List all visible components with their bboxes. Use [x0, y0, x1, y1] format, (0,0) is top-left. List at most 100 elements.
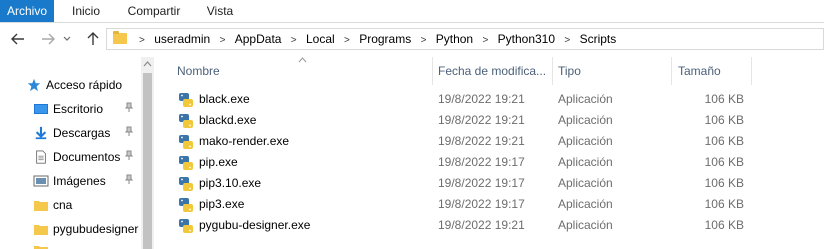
sidebar-item-label: cna [53, 198, 73, 212]
sidebar-item-documentos[interactable]: Documentos [0, 146, 140, 168]
file-type: Aplicación [558, 134, 613, 148]
file-date: 19/8/2022 19:17 [438, 155, 525, 169]
breadcrumb-separator[interactable]: > [482, 31, 488, 51]
file-date: 19/8/2022 19:21 [438, 218, 525, 232]
python-exe-icon [179, 219, 193, 233]
recent-locations-button[interactable] [62, 31, 72, 47]
file-size: 106 KB [704, 197, 744, 211]
pin-icon[interactable] [124, 98, 134, 120]
python-exe-icon [179, 135, 193, 149]
pin-icon[interactable] [124, 122, 134, 144]
sidebar-item-descargas[interactable]: Descargas [0, 122, 140, 144]
folder-icon [113, 31, 127, 44]
pin-icon [124, 174, 134, 184]
table-row[interactable]: mako-render.exe 19/8/2022 19:21 Aplicaci… [160, 131, 824, 152]
file-date: 19/8/2022 19:17 [438, 197, 525, 211]
column-header-name[interactable]: Nombre [177, 57, 220, 85]
arrow-left-icon [11, 33, 24, 45]
sidebar-item-label: pygubudesigner [53, 222, 139, 236]
back-button[interactable] [10, 31, 26, 47]
breadcrumb-local[interactable]: Local [306, 29, 335, 49]
file-size: 106 KB [704, 113, 744, 127]
breadcrumb-separator[interactable]: > [421, 31, 427, 51]
column-divider[interactable] [432, 57, 433, 85]
table-row[interactable]: pip3.10.exe 19/8/2022 19:17 Aplicación 1… [160, 173, 824, 194]
breadcrumb-python[interactable]: Python [436, 29, 473, 49]
sidebar-item-pygubudesigner[interactable]: pygubudesigner [0, 218, 140, 240]
breadcrumb-python310[interactable]: Python310 [498, 29, 555, 49]
breadcrumb-appdata[interactable]: AppData [235, 29, 282, 49]
star-icon [27, 78, 41, 92]
sort-ascending-icon [298, 55, 307, 65]
up-button[interactable] [85, 31, 101, 47]
breadcrumb-separator[interactable]: > [220, 31, 226, 51]
file-name: black.exe [199, 92, 250, 106]
file-type: Aplicación [558, 197, 613, 211]
column-divider[interactable] [671, 57, 672, 85]
address-bar[interactable]: > useradmin > AppData > Local > Programs… [106, 28, 824, 50]
file-list: Nombre Fecha de modifica... Tipo Tamaño … [160, 57, 824, 249]
table-row[interactable]: pip3.exe 19/8/2022 19:17 Aplicación 106 … [160, 194, 824, 215]
table-row[interactable]: blackd.exe 19/8/2022 19:21 Aplicación 10… [160, 110, 824, 131]
sidebar-item-partial[interactable] [0, 242, 140, 249]
file-date: 19/8/2022 19:17 [438, 176, 525, 190]
file-date: 19/8/2022 19:21 [438, 92, 525, 106]
column-header-type[interactable]: Tipo [558, 57, 581, 85]
sidebar-item-label: Acceso rápido [46, 78, 123, 92]
pin-icon[interactable] [124, 170, 134, 192]
sidebar-item-cna[interactable]: cna [0, 194, 140, 216]
sidebar-item-label: Imágenes [53, 174, 106, 188]
column-divider[interactable] [751, 57, 752, 85]
column-divider[interactable] [552, 57, 553, 85]
breadcrumb-scripts[interactable]: Scripts [580, 29, 617, 49]
pin-icon [124, 126, 134, 136]
breadcrumb: > useradmin > AppData > Local > Programs… [133, 29, 616, 49]
navigation-bar: > useradmin > AppData > Local > Programs… [0, 23, 824, 56]
file-date: 19/8/2022 19:21 [438, 134, 525, 148]
python-exe-icon [179, 177, 193, 191]
pin-icon[interactable] [124, 146, 134, 168]
breadcrumb-separator[interactable]: > [564, 31, 570, 51]
file-type: Aplicación [558, 176, 613, 190]
forward-button[interactable] [40, 31, 56, 47]
python-exe-icon [179, 93, 193, 107]
arrow-up-icon [87, 32, 99, 45]
file-type: Aplicación [558, 92, 613, 106]
tab-archivo[interactable]: Archivo [0, 0, 54, 22]
scroll-up-arrow-icon[interactable] [143, 60, 152, 69]
file-size: 106 KB [704, 176, 744, 190]
file-type: Aplicación [558, 155, 613, 169]
breadcrumb-separator[interactable]: > [291, 31, 297, 51]
table-row[interactable]: black.exe 19/8/2022 19:21 Aplicación 106… [160, 89, 824, 110]
breadcrumb-useradmin[interactable]: useradmin [154, 29, 210, 49]
file-name: mako-render.exe [199, 134, 290, 148]
navigation-scrollbar[interactable] [141, 57, 154, 249]
file-type: Aplicación [558, 113, 613, 127]
table-row[interactable]: pip.exe 19/8/2022 19:17 Aplicación 106 K… [160, 152, 824, 173]
download-icon [35, 126, 47, 140]
column-header-size[interactable]: Tamaño [678, 57, 721, 85]
desktop-icon [34, 104, 48, 114]
breadcrumb-programs[interactable]: Programs [359, 29, 411, 49]
sidebar-item-label: Documentos [53, 150, 121, 164]
file-size: 106 KB [704, 218, 744, 232]
tab-inicio[interactable]: Inicio [66, 0, 106, 22]
folder-icon [34, 201, 48, 211]
sidebar-item-label: Descargas [53, 126, 111, 140]
sidebar-item-escritorio[interactable]: Escritorio [0, 98, 140, 120]
breadcrumb-separator[interactable]: > [139, 31, 145, 51]
python-exe-icon [179, 114, 193, 128]
file-type: Aplicación [558, 218, 613, 232]
table-row[interactable]: pygubu-designer.exe 19/8/2022 19:21 Apli… [160, 215, 824, 236]
sidebar-item-imagenes[interactable]: Imágenes [0, 170, 140, 192]
column-header-date[interactable]: Fecha de modifica... [438, 57, 546, 85]
folder-icon [34, 246, 48, 249]
scrollbar-thumb[interactable] [143, 73, 152, 249]
file-name: blackd.exe [199, 113, 257, 127]
tab-vista[interactable]: Vista [198, 0, 242, 22]
folder-icon [34, 225, 48, 235]
sidebar-item-acceso-rapido[interactable]: Acceso rápido [0, 74, 140, 96]
python-exe-icon [179, 198, 193, 212]
breadcrumb-separator[interactable]: > [344, 31, 350, 51]
tab-compartir[interactable]: Compartir [120, 0, 188, 22]
